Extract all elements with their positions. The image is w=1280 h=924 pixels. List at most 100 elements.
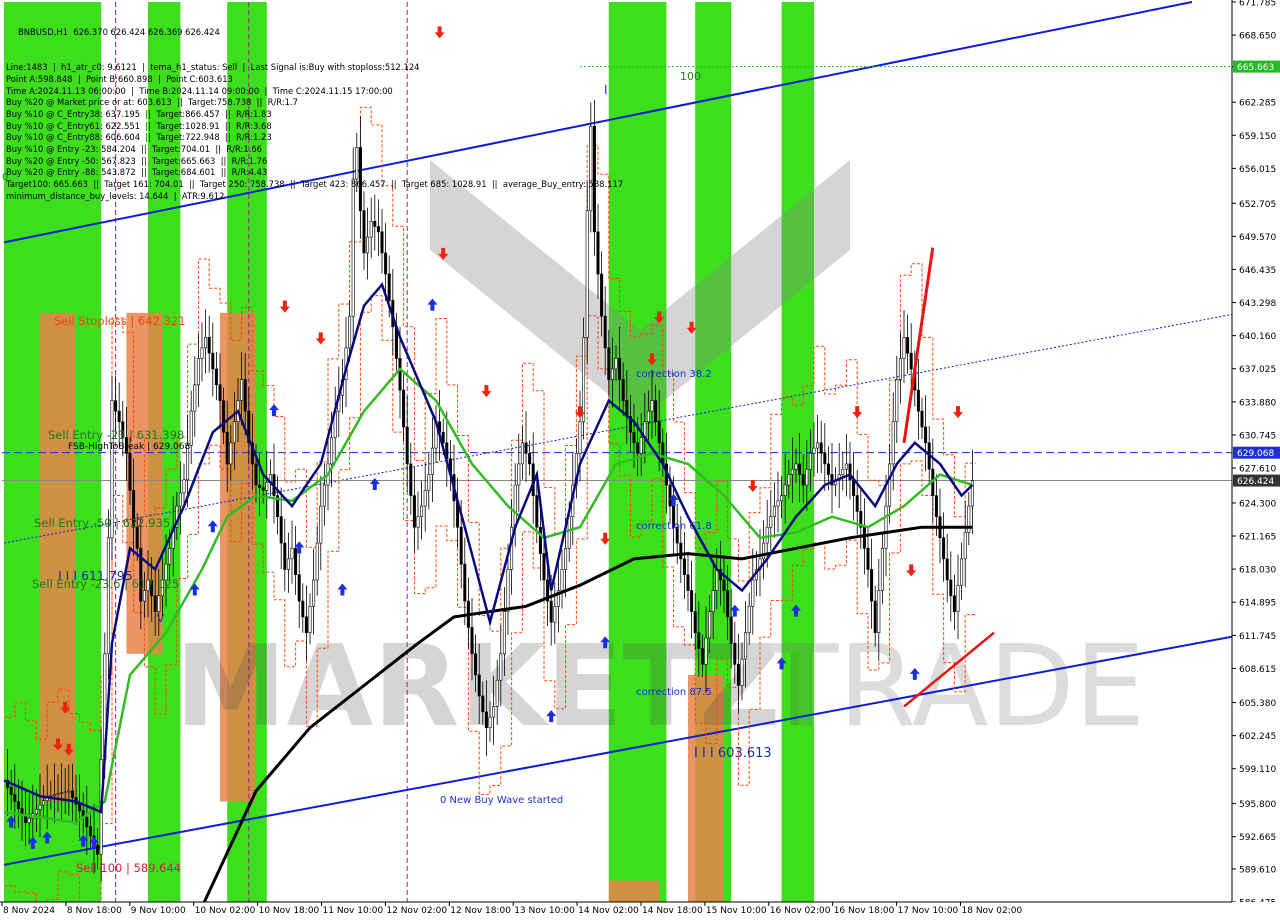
bull-candle	[769, 516, 773, 528]
time-tick-label: 15 Nov 10:00	[706, 906, 767, 916]
bear-candle	[294, 548, 298, 575]
bear-candle	[873, 600, 877, 634]
bear-candle	[945, 558, 949, 581]
chart-label-label-zero: 0	[2, 172, 8, 183]
bear-candle	[96, 844, 100, 855]
bull-candle	[495, 679, 499, 707]
time-tick-label: 18 Nov 02:00	[962, 906, 1023, 916]
price-tick-label: 621.165	[1239, 533, 1276, 543]
price-tick-label: 640.160	[1239, 332, 1276, 342]
bear-candle	[481, 695, 485, 713]
bull-candle	[762, 542, 766, 560]
bull-candle	[790, 468, 794, 475]
chart-label-level-611: I I I 611.795	[58, 568, 133, 583]
bear-candle	[301, 600, 305, 618]
bull-candle	[589, 126, 593, 212]
bull-candle	[877, 590, 881, 634]
bull-candle	[178, 492, 182, 507]
bull-candle	[232, 421, 236, 444]
time-tick-label: 8 Nov 2024	[3, 906, 55, 916]
bull-candle	[369, 220, 373, 238]
bull-candle	[60, 792, 64, 795]
chart-label-label-100: 100	[680, 70, 701, 83]
bull-candle	[780, 495, 784, 502]
price-tick-label: 671.785	[1239, 0, 1276, 9]
bull-candle	[895, 379, 899, 423]
time-tick-label: 14 Nov 18:00	[642, 906, 703, 916]
bull-candle	[423, 489, 427, 507]
bear-candle	[823, 453, 827, 465]
bear-candle	[535, 495, 539, 528]
bull-candle	[290, 548, 294, 560]
bear-candle	[826, 463, 830, 475]
bear-candle	[700, 648, 704, 665]
bull-candle	[265, 482, 269, 491]
bull-candle	[513, 484, 517, 528]
bull-candle	[578, 421, 582, 454]
bull-candle	[502, 611, 506, 655]
bear-candle	[114, 400, 118, 412]
bear-candle	[135, 526, 139, 549]
time-tick-label: 16 Nov 18:00	[834, 906, 895, 916]
bear-candle	[924, 426, 928, 444]
price-chart[interactable]: MARKETZITRADE Sell Stoploss | 642.321Sel…	[0, 0, 1280, 924]
bear-candle	[697, 632, 701, 649]
bear-candle	[726, 590, 730, 618]
bull-candle	[366, 236, 370, 254]
bull-candle	[841, 468, 845, 475]
bull-candle	[646, 410, 650, 423]
bull-candle	[808, 453, 812, 470]
chart-label-fsb-high: FSB-HighToBreak | 629.068	[68, 442, 190, 452]
bear-candle	[600, 273, 604, 317]
bear-candle	[862, 526, 866, 549]
bear-candle	[729, 616, 733, 644]
bull-candle	[42, 800, 46, 806]
bull-candle	[427, 474, 431, 491]
bull-candle	[204, 337, 208, 349]
bear-candle	[852, 479, 856, 496]
bear-candle	[736, 664, 740, 686]
bull-candle	[488, 716, 492, 728]
chart-label-sell-100: Sell 100 | 589.644	[76, 861, 181, 875]
bull-candle	[330, 437, 334, 465]
price-tag-text-fsb-level: 629.068	[1237, 449, 1274, 459]
time-tick-label: 12 Nov 02:00	[386, 906, 447, 916]
bear-candle	[916, 389, 920, 412]
bull-candle	[740, 658, 744, 686]
bear-candle	[279, 516, 283, 544]
bear-candle	[463, 563, 467, 602]
bear-candle	[866, 548, 870, 570]
bear-candle	[297, 574, 301, 602]
chart-label-correction-38: correction 38.2	[636, 369, 712, 380]
bull-candle	[585, 210, 589, 338]
bull-candle	[355, 147, 359, 180]
bear-candle	[819, 442, 823, 454]
bull-candle	[157, 595, 161, 612]
chart-label-level-603: I I I 603.613	[694, 746, 772, 761]
time-tick-label: 12 Nov 18:00	[450, 906, 511, 916]
bear-candle	[855, 495, 859, 512]
bull-candle	[420, 505, 424, 517]
bull-candle	[182, 479, 186, 494]
bear-candle	[952, 595, 956, 612]
bull-candle	[319, 505, 323, 544]
bull-candle	[744, 632, 748, 660]
chart-area[interactable]: MARKETZITRADE Sell Stoploss | 642.321Sel…	[0, 0, 1280, 924]
bull-candle	[168, 548, 172, 565]
time-tick-label: 10 Nov 18:00	[259, 906, 320, 916]
bear-candle	[362, 210, 366, 254]
bear-candle	[398, 358, 402, 391]
chart-label-correction-61: correction 61.8	[636, 521, 712, 532]
bear-candle	[470, 627, 474, 655]
bear-candle	[409, 463, 413, 496]
bull-candle	[963, 532, 967, 560]
bear-candle	[261, 487, 265, 491]
time-axis	[0, 902, 1280, 920]
bull-candle	[553, 606, 557, 623]
bear-candle	[621, 379, 625, 401]
price-tick-label: 656.015	[1239, 165, 1276, 175]
orange-zone	[40, 312, 76, 802]
bull-candle	[787, 474, 791, 486]
bull-candle	[193, 384, 197, 412]
bear-candle	[153, 595, 157, 612]
